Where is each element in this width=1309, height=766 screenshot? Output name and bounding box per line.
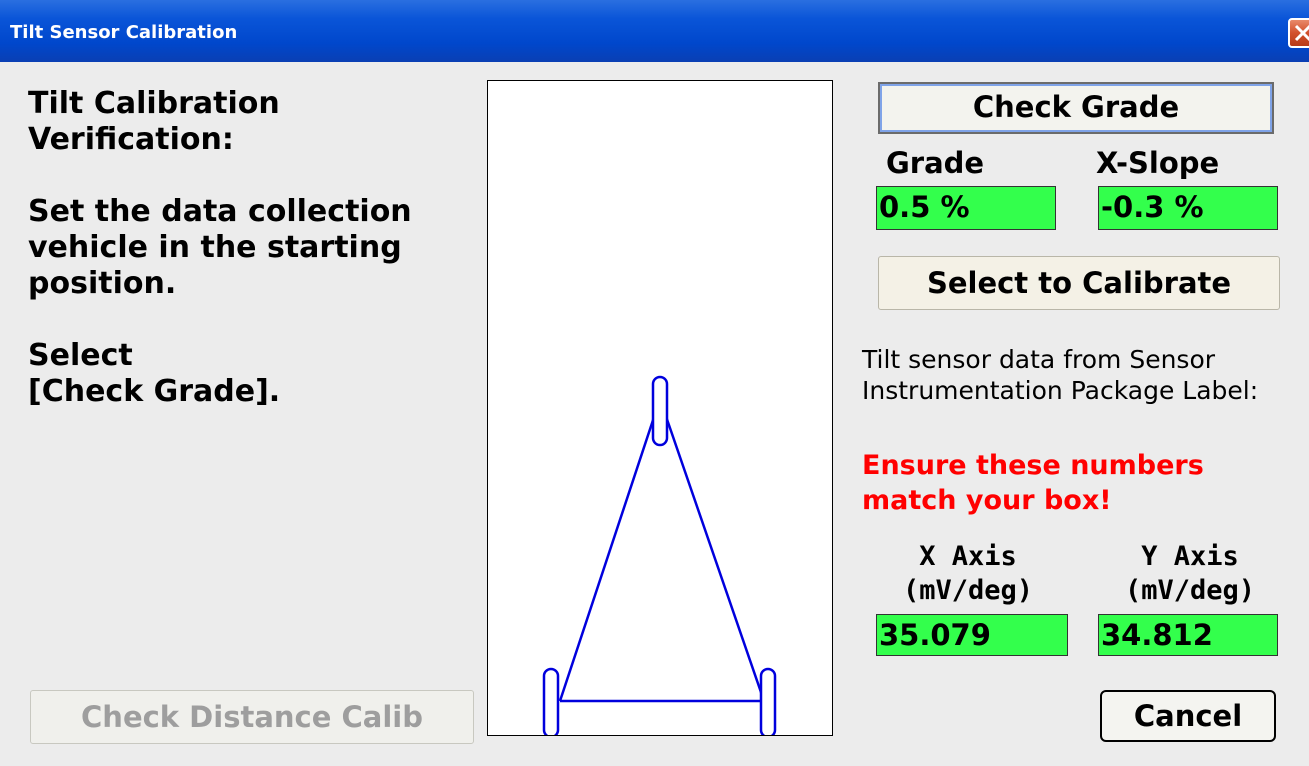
window-title: Tilt Sensor Calibration xyxy=(10,22,238,43)
x-slope-value: -0.3 % xyxy=(1098,186,1278,230)
y-axis-label: Y Axis (mV/deg) xyxy=(1124,541,1256,606)
vehicle-tilt-diagram xyxy=(542,375,777,739)
vehicle-right-strut xyxy=(658,398,766,702)
x-axis-value: 35.079 xyxy=(876,614,1068,656)
x-axis-label: X Axis (mV/deg) xyxy=(902,541,1034,606)
front-wheel xyxy=(651,375,669,447)
title-bar[interactable]: Tilt Sensor Calibration xyxy=(0,0,1309,62)
cancel-button[interactable]: Cancel xyxy=(1100,690,1276,742)
vehicle-diagram xyxy=(487,80,833,739)
instructions-heading: Tilt Calibration Verification: xyxy=(28,86,280,157)
match-warning: Ensure these numbers match your box! xyxy=(862,450,1204,516)
y-axis-value: 34.812 xyxy=(1098,614,1278,656)
close-icon xyxy=(1294,24,1309,42)
sensor-info-text: Tilt sensor data from Sensor Instrumenta… xyxy=(862,345,1259,405)
select-to-calibrate-button[interactable]: Select to Calibrate xyxy=(878,256,1280,310)
left-rear-wheel xyxy=(542,667,560,739)
vehicle-left-strut xyxy=(558,398,662,702)
dialog-body: Tilt Calibration Verification: Set the d… xyxy=(0,62,1309,766)
close-button[interactable] xyxy=(1288,18,1309,48)
grade-label: Grade xyxy=(886,146,985,180)
x-slope-label: X-Slope xyxy=(1096,146,1220,180)
instructions-step-position: Set the data collection vehicle in the s… xyxy=(28,194,412,301)
instructions-step-select: Select [Check Grade]. xyxy=(28,338,281,409)
check-distance-calib-button[interactable]: Check Distance Calib xyxy=(30,690,474,744)
calibration-window: Tilt Sensor Calibration Tilt Calibration… xyxy=(0,0,1309,766)
right-rear-wheel xyxy=(759,667,777,739)
check-grade-button[interactable]: Check Grade xyxy=(878,82,1274,134)
instructions-panel: Tilt Calibration Verification: Set the d… xyxy=(28,86,478,446)
grade-value: 0.5 % xyxy=(876,186,1056,230)
